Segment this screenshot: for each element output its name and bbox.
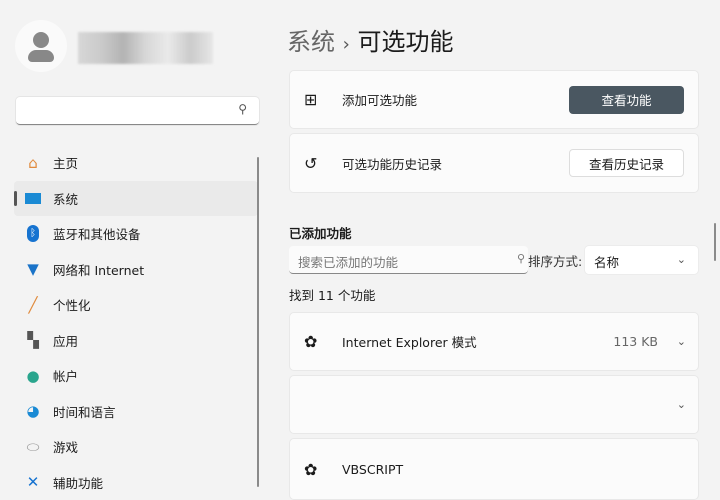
home-icon: ⌂ — [24, 154, 42, 172]
chevron-down-icon[interactable]: ⌄ — [677, 335, 686, 348]
history-label: 可选功能历史记录 — [342, 154, 442, 173]
avatar[interactable] — [15, 20, 67, 72]
history-card: ↺ 可选功能历史记录 查看历史记录 — [289, 133, 699, 193]
sidebar-item-label: 网络和 Internet — [53, 260, 144, 279]
sidebar-item-label: 主页 — [53, 153, 78, 172]
settings-search-input[interactable]: ⚲ — [16, 97, 259, 125]
chevron-down-icon[interactable]: ⌄ — [677, 398, 686, 411]
page-title: 系统 › 可选功能 — [287, 22, 453, 57]
sidebar-item-home[interactable]: ⌂ 主页 — [14, 145, 258, 181]
feature-name: Internet Explorer 模式 — [342, 332, 477, 351]
accessibility-icon: ✕ — [24, 473, 42, 491]
sort-value: 名称 — [594, 255, 619, 270]
main-scrollbar[interactable] — [714, 223, 716, 261]
added-features-heading: 已添加功能 — [289, 223, 352, 242]
feature-item[interactable]: ⌄ — [289, 375, 699, 434]
sidebar-item-accounts[interactable]: ● 帐户 — [14, 358, 258, 394]
feature-item[interactable]: ✿ VBSCRIPT — [289, 438, 699, 500]
chevron-down-icon: ⌄ — [677, 253, 686, 266]
history-icon: ↺ — [304, 154, 342, 173]
search-icon: ⚲ — [238, 102, 247, 116]
breadcrumb-separator: › — [343, 34, 350, 55]
feature-count: 找到 11 个功能 — [289, 285, 375, 304]
puzzle-icon: ✿ — [304, 460, 342, 479]
add-feature-label: 添加可选功能 — [342, 90, 417, 109]
sidebar-item-label: 应用 — [53, 331, 78, 350]
brush-icon: ╱ — [24, 296, 42, 314]
time-language-icon: ◕ — [24, 402, 42, 420]
bluetooth-icon: ᛒ — [24, 225, 42, 243]
sort-label: 排序方式: — [528, 251, 582, 270]
sidebar-item-label: 帐户 — [53, 366, 78, 385]
feature-item[interactable]: ✿ Internet Explorer 模式 113 KB ⌄ — [289, 312, 699, 371]
system-icon — [24, 189, 42, 207]
sidebar-item-personalization[interactable]: ╱ 个性化 — [14, 287, 258, 323]
sidebar-scrollbar[interactable] — [257, 157, 259, 487]
search-icon: ⚲ — [517, 252, 525, 265]
sidebar-item-label: 个性化 — [53, 295, 91, 314]
view-features-button[interactable]: 查看功能 — [569, 86, 684, 114]
sidebar-item-bluetooth[interactable]: ᛒ 蓝牙和其他设备 — [14, 216, 258, 252]
sidebar-item-label: 时间和语言 — [53, 402, 116, 421]
sort-dropdown[interactable]: 名称 ⌄ — [585, 246, 698, 274]
search-placeholder: 搜索已添加的功能 — [298, 255, 398, 270]
account-icon: ● — [24, 367, 42, 385]
page-title-text: 可选功能 — [357, 28, 453, 56]
feature-size: 113 KB — [613, 334, 658, 349]
view-history-button[interactable]: 查看历史记录 — [569, 149, 684, 177]
sidebar-item-gaming[interactable]: ⬭ 游戏 — [14, 429, 258, 465]
sidebar-item-label: 系统 — [53, 189, 78, 208]
sidebar-nav: ⌂ 主页 系统 ᛒ 蓝牙和其他设备 ▼ 网络和 Internet ╱ 个性化 ▚ 应用 ●… — [14, 145, 258, 500]
wifi-icon: ▼ — [24, 260, 42, 278]
puzzle-icon: ✿ — [304, 332, 342, 351]
gamepad-icon: ⬭ — [24, 438, 42, 456]
sidebar-item-label: 蓝牙和其他设备 — [53, 224, 141, 243]
sidebar-item-accessibility[interactable]: ✕ 辅助功能 — [14, 465, 258, 500]
breadcrumb-system[interactable]: 系统 — [287, 28, 335, 56]
feature-name: VBSCRIPT — [342, 462, 403, 477]
add-feature-card: ⊞ 添加可选功能 查看功能 — [289, 70, 699, 129]
added-features-search[interactable]: 搜索已添加的功能 ⚲ — [289, 246, 528, 274]
sidebar-item-label: 游戏 — [53, 437, 78, 456]
sidebar-item-system[interactable]: 系统 — [14, 181, 258, 217]
user-name-blurred — [78, 32, 213, 64]
sidebar-item-network[interactable]: ▼ 网络和 Internet — [14, 252, 258, 288]
apps-icon: ▚ — [24, 331, 42, 349]
add-grid-icon: ⊞ — [304, 90, 342, 109]
sidebar-item-apps[interactable]: ▚ 应用 — [14, 323, 258, 359]
sidebar-item-label: 辅助功能 — [53, 473, 103, 492]
sidebar-item-time-language[interactable]: ◕ 时间和语言 — [14, 394, 258, 430]
